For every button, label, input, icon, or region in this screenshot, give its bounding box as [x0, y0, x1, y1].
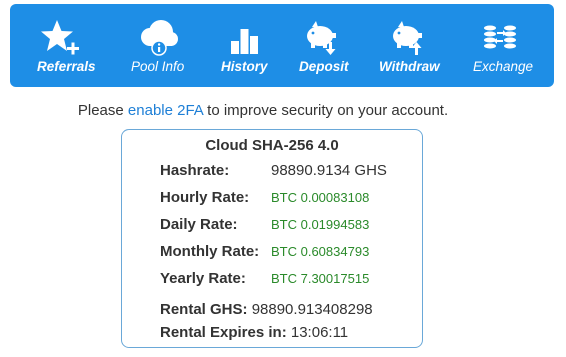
hourly-rate-label: Hourly Rate:	[160, 189, 250, 206]
nav-withdraw[interactable]: Withdraw	[378, 4, 440, 87]
rental-expires-label: Rental Expires in:	[160, 324, 287, 341]
piggy-bank-up-icon	[385, 18, 431, 58]
nav-exchange[interactable]: Exchange	[472, 4, 533, 87]
nav-referrals-label: Referrals	[37, 59, 96, 74]
nav-deposit-label: Deposit	[299, 59, 349, 74]
nav-pool-info-label: Pool Info	[131, 59, 185, 74]
nav-history-label: History	[221, 59, 268, 74]
nav-withdraw-label: Withdraw	[379, 59, 440, 74]
nav-exchange-label: Exchange	[473, 59, 534, 74]
security-notice: Please enable 2FA to improve security on…	[0, 102, 526, 119]
enable-2fa-link[interactable]: enable 2FA	[128, 102, 203, 119]
yearly-rate-label: Yearly Rate:	[160, 270, 246, 287]
daily-rate-label: Daily Rate:	[160, 216, 238, 233]
yearly-rate-row: Yearly Rate: BTC 7.30017515	[160, 270, 369, 287]
nav-referrals[interactable]: Referrals	[32, 4, 96, 87]
notice-suffix: to improve security on your account.	[207, 102, 449, 119]
coin-exchange-icon	[477, 18, 523, 58]
yearly-rate-value: BTC 7.30017515	[271, 271, 370, 286]
monthly-rate-value: BTC 0.60834793	[271, 244, 370, 259]
contract-title: Cloud SHA-256 4.0	[205, 137, 339, 154]
rental-ghs-value: 98890.913408298	[251, 301, 373, 318]
star-plus-icon	[40, 18, 86, 58]
monthly-rate-label: Monthly Rate:	[160, 243, 260, 260]
rental-expires-row: Rental Expires in: 13:06:11	[160, 324, 348, 341]
mining-contract-card: Cloud SHA-256 4.0 Hashrate: 98890.9134 G…	[121, 129, 423, 348]
nav-history[interactable]: History	[218, 4, 270, 87]
rental-expires-value: 13:06:11	[290, 324, 349, 341]
hashrate-value: 98890.9134 GHS	[271, 162, 387, 179]
hashrate-row: Hashrate: 98890.9134 GHS	[160, 162, 387, 179]
rental-ghs-row: Rental GHS: 98890.913408298	[160, 301, 373, 318]
top-navbar: Referrals Pool Info History Deposit With…	[10, 4, 554, 87]
bar-chart-icon	[221, 18, 267, 58]
daily-rate-row: Daily Rate: BTC 0.01994583	[160, 216, 369, 233]
hourly-rate-value: BTC 0.00083108	[271, 190, 370, 205]
nav-deposit[interactable]: Deposit	[297, 4, 349, 87]
daily-rate-value: BTC 0.01994583	[271, 217, 370, 232]
monthly-rate-row: Monthly Rate: BTC 0.60834793	[160, 243, 369, 260]
rental-ghs-label: Rental GHS:	[160, 301, 248, 318]
notice-prefix: Please	[77, 102, 124, 119]
piggy-bank-down-icon	[299, 18, 345, 58]
hourly-rate-row: Hourly Rate: BTC 0.00083108	[160, 189, 369, 206]
cloud-info-icon	[136, 18, 182, 58]
hashrate-label: Hashrate:	[160, 162, 230, 179]
nav-pool-info[interactable]: Pool Info	[128, 4, 194, 87]
